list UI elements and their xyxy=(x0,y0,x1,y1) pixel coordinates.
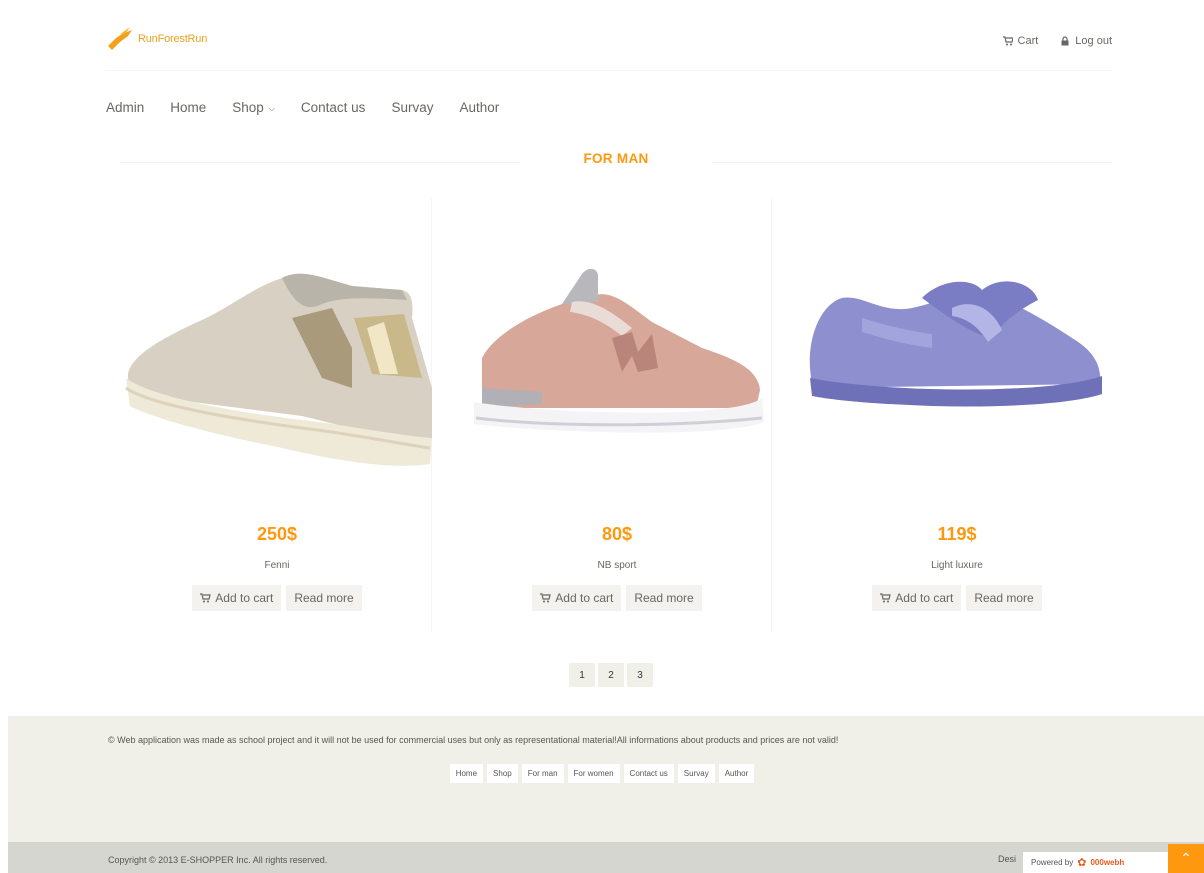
chevron-up-icon: ⌃ xyxy=(1180,850,1192,866)
footer-links: Home Shop For man For women Contact us S… xyxy=(0,764,1204,783)
logout-label: Log out xyxy=(1075,35,1112,47)
nav-contact-label: Contact us xyxy=(300,100,366,115)
product-price: 250$ xyxy=(256,524,298,544)
cart-link[interactable]: Cart xyxy=(1002,35,1039,47)
footer-disclaimer: © Web application was made as school pro… xyxy=(108,735,839,745)
add-to-cart-button[interactable]: Add to cart xyxy=(532,585,622,611)
powered-label: Powered by xyxy=(1031,858,1074,867)
nav-home-label: Home xyxy=(170,100,207,115)
site-logo[interactable]: RunForestRun xyxy=(106,24,207,54)
pagination: 1 2 3 xyxy=(569,663,653,687)
powered-brand: 000webh xyxy=(1090,858,1125,867)
cart-label: Cart xyxy=(1017,35,1039,47)
read-more-label: Read more xyxy=(974,591,1034,605)
scroll-to-top-button[interactable]: ⌃ xyxy=(1168,844,1204,873)
add-to-cart-label: Add to cart xyxy=(215,591,274,605)
copyright-text: Copyright © 2013 E-SHOPPER Inc. All righ… xyxy=(108,855,328,865)
read-more-label: Read more xyxy=(294,591,354,605)
add-to-cart-button[interactable]: Add to cart xyxy=(872,585,962,611)
read-more-label: Read more xyxy=(634,591,694,605)
powered-by-badge[interactable]: Powered by ✿ 000webh xyxy=(1023,852,1183,873)
runner-logo-icon xyxy=(108,27,132,50)
section-line-left xyxy=(120,162,520,163)
read-more-button[interactable]: Read more xyxy=(966,585,1042,611)
product-name: NB sport xyxy=(597,560,637,571)
nav-admin[interactable]: Admin xyxy=(106,100,144,115)
section-line-right xyxy=(712,162,1112,163)
product-price: 119$ xyxy=(937,524,977,544)
nav-survey[interactable]: Survay xyxy=(391,100,433,115)
chevron-down-icon: ⌵ xyxy=(268,103,275,113)
nav-survey-label: Survay xyxy=(391,100,434,115)
footer-link-survey[interactable]: Survay xyxy=(677,764,715,783)
main-nav: Admin Home Shop ⌵ Contact us Survay Autho… xyxy=(106,100,499,115)
logout-link[interactable]: Log out xyxy=(1060,35,1112,47)
footer-link-contact[interactable]: Contact us xyxy=(623,764,674,783)
cart-icon xyxy=(540,593,552,603)
nav-home[interactable]: Home xyxy=(170,100,206,115)
designed-by-text: Desi xyxy=(998,854,1017,864)
product-name: Fenni xyxy=(264,560,290,571)
footer-link-for-women[interactable]: For women xyxy=(567,764,620,783)
host-logo-icon: ✿ xyxy=(1077,857,1087,869)
nav-author[interactable]: Author xyxy=(459,100,499,115)
section-title: FOR MAN xyxy=(583,151,649,166)
nav-shop[interactable]: Shop ⌵ xyxy=(232,100,275,115)
page-link-1[interactable]: 1 xyxy=(569,663,595,687)
logo-text: RunForestRun xyxy=(138,33,208,45)
product-card: 80$ NB sport Add to cart Read more xyxy=(462,198,772,632)
footer-link-home[interactable]: Home xyxy=(449,764,484,783)
nav-author-label: Author xyxy=(459,100,500,115)
cart-icon xyxy=(200,593,212,603)
nav-admin-label: Admin xyxy=(106,100,145,115)
footer-link-for-man[interactable]: For man xyxy=(521,764,564,783)
product-image[interactable] xyxy=(462,238,772,498)
footer-link-shop[interactable]: Shop xyxy=(487,764,518,783)
nav-contact[interactable]: Contact us xyxy=(301,100,366,115)
read-more-button[interactable]: Read more xyxy=(286,585,362,611)
header-divider xyxy=(106,70,1112,71)
page-link-2[interactable]: 2 xyxy=(598,663,624,687)
add-to-cart-button[interactable]: Add to cart xyxy=(192,585,282,611)
lock-icon xyxy=(1061,36,1069,46)
nav-shop-label: Shop xyxy=(232,100,264,115)
product-name: Light luxure xyxy=(931,560,983,571)
product-image[interactable] xyxy=(122,238,432,498)
product-image[interactable] xyxy=(802,238,1112,498)
header-account-links: Cart Log out xyxy=(1002,35,1112,47)
product-price: 80$ xyxy=(601,524,633,544)
footer-link-author[interactable]: Author xyxy=(718,764,755,783)
product-card: 250$ Fenni Add to cart Read more xyxy=(122,198,432,632)
add-to-cart-label: Add to cart xyxy=(555,591,614,605)
cart-icon xyxy=(1002,36,1013,46)
read-more-button[interactable]: Read more xyxy=(626,585,702,611)
page-link-3[interactable]: 3 xyxy=(627,663,653,687)
add-to-cart-label: Add to cart xyxy=(895,591,954,605)
product-card: 119$ Light luxure Add to cart Read more xyxy=(802,198,1112,632)
cart-icon xyxy=(880,593,892,603)
